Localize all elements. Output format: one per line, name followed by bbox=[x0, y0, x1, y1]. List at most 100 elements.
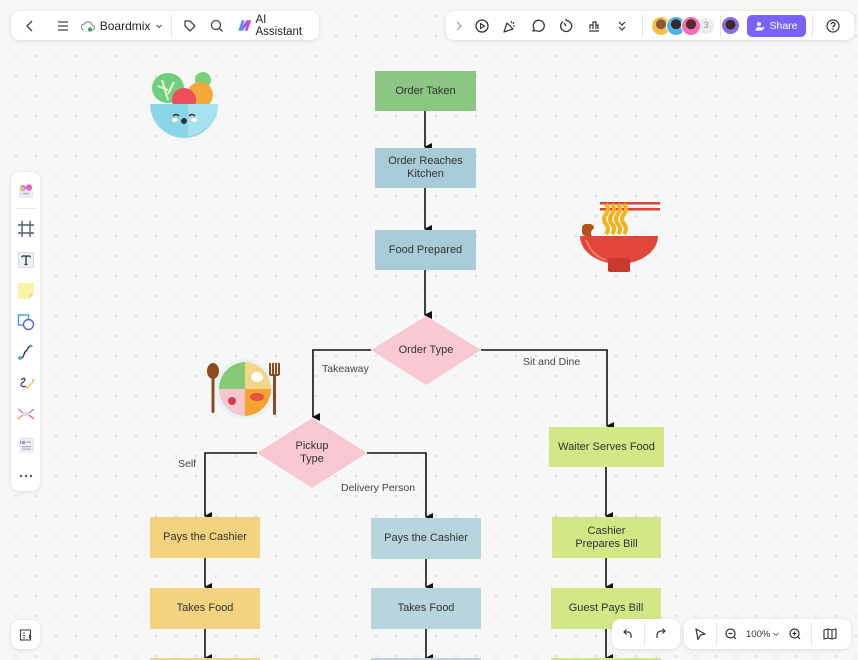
node-cashier-prepares-bill[interactable]: Cashier Prepares Bill bbox=[552, 517, 661, 558]
undo-button[interactable] bbox=[614, 620, 642, 648]
node-food-prepared[interactable]: Food Prepared bbox=[375, 230, 476, 270]
zoom-in-icon bbox=[789, 628, 801, 640]
templates-icon bbox=[18, 184, 33, 199]
tool-cards[interactable] bbox=[11, 429, 40, 460]
food-plate-sticker[interactable] bbox=[205, 357, 287, 421]
minimap-button[interactable] bbox=[816, 620, 844, 648]
node-order-type[interactable]: Order Type bbox=[371, 316, 481, 385]
collaborators[interactable]: 3 bbox=[651, 15, 714, 36]
outline-panel-button[interactable] bbox=[11, 620, 40, 649]
help-icon bbox=[826, 18, 840, 33]
frame-icon bbox=[17, 221, 34, 238]
top-left-toolbar: Boardmix AI Assistant bbox=[11, 11, 319, 40]
pen-icon bbox=[19, 377, 34, 389]
divider bbox=[716, 623, 717, 645]
divider bbox=[644, 623, 645, 645]
edge-label-takeaway: Takeaway bbox=[322, 363, 369, 375]
present-button[interactable] bbox=[468, 12, 496, 40]
tool-connector[interactable] bbox=[11, 337, 40, 368]
menu-button[interactable] bbox=[50, 12, 77, 40]
vote-button[interactable] bbox=[580, 12, 608, 40]
divider bbox=[811, 623, 813, 645]
share-label: Share bbox=[769, 19, 798, 32]
divider bbox=[171, 14, 173, 37]
ai-logo-icon bbox=[238, 20, 252, 31]
divider bbox=[642, 14, 643, 37]
edge-label-sit-and-dine: Sit and Dine bbox=[523, 356, 581, 368]
search-icon bbox=[210, 19, 223, 32]
comment-icon bbox=[532, 19, 545, 32]
whiteboard-canvas[interactable]: Order Taken Order Reaches Kitchen Food P… bbox=[0, 0, 858, 660]
board-name-dropdown[interactable]: Boardmix bbox=[77, 19, 168, 33]
more-tools-button[interactable] bbox=[608, 12, 636, 40]
bar-chart-icon bbox=[589, 20, 599, 32]
zoom-out-button[interactable] bbox=[719, 620, 743, 648]
cursor-icon bbox=[695, 628, 706, 641]
divider bbox=[15, 207, 36, 209]
tool-templates[interactable] bbox=[11, 176, 40, 207]
zoom-bar: 100% bbox=[684, 619, 851, 649]
tool-shapes[interactable] bbox=[11, 306, 40, 337]
timer-button[interactable] bbox=[552, 12, 580, 40]
edge-self bbox=[204, 452, 257, 520]
hamburger-icon bbox=[58, 20, 69, 31]
zoom-out-icon bbox=[725, 628, 737, 640]
tool-sticky-note[interactable] bbox=[11, 275, 40, 306]
shapes-icon bbox=[17, 313, 34, 330]
map-icon bbox=[823, 628, 837, 640]
node-self-takes-food[interactable]: Takes Food bbox=[150, 588, 260, 629]
zoom-level-dropdown[interactable]: 100% bbox=[743, 629, 783, 640]
node-pickup-type[interactable]: Pickup Type bbox=[283, 418, 341, 488]
tool-mind-map[interactable] bbox=[11, 399, 40, 430]
play-circle-icon bbox=[475, 18, 489, 33]
comment-button[interactable] bbox=[524, 12, 552, 40]
tool-text[interactable] bbox=[11, 245, 40, 276]
undo-icon bbox=[623, 629, 632, 638]
tag-button[interactable] bbox=[176, 12, 203, 40]
undo-redo-bar bbox=[612, 619, 680, 649]
node-self-pays-cashier[interactable]: Pays the Cashier bbox=[150, 517, 260, 558]
help-button[interactable] bbox=[819, 12, 847, 40]
back-button[interactable] bbox=[17, 12, 44, 40]
ramen-bowl-sticker[interactable] bbox=[578, 198, 660, 274]
chevron-right-icon bbox=[456, 21, 462, 30]
sticky-note-icon bbox=[17, 282, 34, 299]
tool-more[interactable] bbox=[11, 460, 40, 491]
edge-label-self: Self bbox=[178, 458, 197, 470]
select-tool-button[interactable] bbox=[686, 620, 714, 648]
edge-takeaway bbox=[312, 349, 371, 421]
outline-icon bbox=[19, 628, 31, 641]
double-chevron-down-icon bbox=[618, 21, 626, 31]
party-popper-icon bbox=[503, 20, 515, 33]
salad-bowl-sticker[interactable] bbox=[148, 70, 220, 140]
chevron-down-icon bbox=[156, 24, 163, 28]
node-waiter-serves-food[interactable]: Waiter Serves Food bbox=[549, 427, 664, 467]
ai-assistant-button[interactable]: AI Assistant bbox=[238, 14, 313, 38]
user-avatar[interactable] bbox=[722, 17, 739, 34]
tool-frame[interactable] bbox=[11, 214, 40, 245]
tool-pen[interactable] bbox=[11, 368, 40, 399]
left-toolbar bbox=[11, 172, 40, 491]
text-icon bbox=[17, 252, 34, 268]
node-order-taken[interactable]: Order Taken bbox=[375, 71, 476, 111]
connector-icon bbox=[17, 344, 33, 361]
collaborator-avatar[interactable] bbox=[681, 15, 701, 36]
board-name: Boardmix bbox=[99, 18, 151, 33]
node-order-reaches-kitchen[interactable]: Order Reaches Kitchen bbox=[375, 148, 476, 188]
edge-label-delivery-person: Delivery Person bbox=[341, 482, 416, 494]
node-delivery-pays-cashier[interactable]: Pays the Cashier bbox=[371, 518, 481, 559]
node-delivery-takes-food[interactable]: Takes Food bbox=[371, 588, 481, 629]
redo-icon bbox=[656, 628, 666, 638]
timer-icon bbox=[560, 18, 573, 32]
divider bbox=[812, 14, 813, 37]
more-icon bbox=[19, 474, 32, 477]
redo-button[interactable] bbox=[647, 620, 675, 648]
cards-icon bbox=[19, 437, 33, 453]
divider bbox=[720, 14, 721, 37]
tag-icon bbox=[184, 19, 196, 32]
share-button[interactable]: Share bbox=[747, 14, 806, 37]
zoom-in-button[interactable] bbox=[783, 620, 807, 648]
celebrate-button[interactable] bbox=[496, 12, 524, 40]
search-button[interactable] bbox=[203, 12, 230, 40]
expand-toolbar-button[interactable] bbox=[450, 12, 468, 40]
